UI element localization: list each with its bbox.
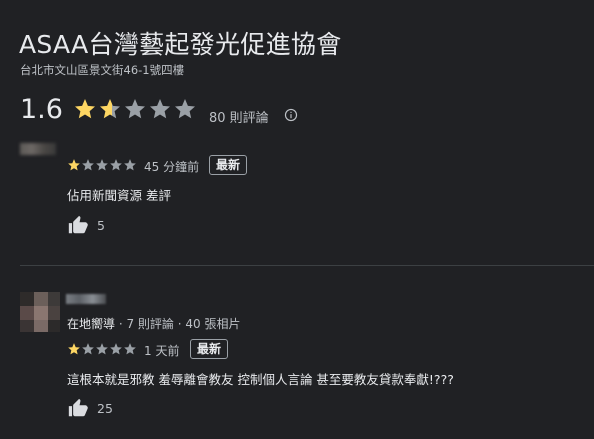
star-icon <box>110 343 122 355</box>
reviewer-stats: · 7 則評論 · 40 張相片 <box>118 317 241 331</box>
review-stars <box>67 158 137 172</box>
review-text: 佔用新聞資源 差評 <box>67 188 171 203</box>
place-title: ASAA台灣藝起發光促進協會 <box>19 30 342 59</box>
local-guide-label: 在地嚮導 <box>67 317 116 331</box>
review-stars <box>67 342 137 356</box>
like-button[interactable]: 5 <box>67 214 105 236</box>
newest-badge[interactable]: 最新 <box>190 339 229 359</box>
reviewer-name-blurred[interactable] <box>20 143 56 155</box>
star-icon <box>68 343 80 355</box>
star-icon <box>96 159 108 171</box>
review-text: 這根本就是邪教 羞辱離會教友 控制個人言論 甚至要教友貸款奉獻!??? <box>67 372 454 387</box>
star-icon <box>110 159 122 171</box>
like-button[interactable]: 25 <box>67 397 113 419</box>
star-icon <box>125 99 145 119</box>
star-icon <box>124 343 136 355</box>
review-divider <box>20 265 594 266</box>
reviewer-avatar[interactable] <box>20 292 60 332</box>
star-icon <box>75 99 95 119</box>
rating-value: 1.6 <box>20 94 63 125</box>
star-icon <box>124 159 136 171</box>
star-icon <box>82 159 94 171</box>
like-count: 5 <box>97 217 105 233</box>
info-icon[interactable] <box>284 108 298 122</box>
star-icon <box>100 99 120 119</box>
thumbs-up-icon <box>68 398 88 417</box>
review-time: 45 分鐘前 <box>144 160 200 174</box>
star-icon <box>68 159 80 171</box>
star-icon <box>96 343 108 355</box>
like-count: 25 <box>97 400 113 416</box>
local-guide-info: 在地嚮導 · 7 則評論 · 40 張相片 <box>67 315 240 332</box>
star-icon <box>82 343 94 355</box>
review-time: 1 天前 <box>144 344 180 358</box>
star-icon <box>150 99 170 119</box>
rating-stars <box>73 97 197 121</box>
star-icon <box>175 99 195 119</box>
review-count-link[interactable]: 80 則評論 <box>209 107 269 126</box>
place-address: 台北市文山區景文街46-1號四樓 <box>20 63 185 77</box>
reviewer-name-blurred[interactable] <box>66 294 106 304</box>
thumbs-up-icon <box>68 215 88 234</box>
newest-badge[interactable]: 最新 <box>209 155 248 175</box>
